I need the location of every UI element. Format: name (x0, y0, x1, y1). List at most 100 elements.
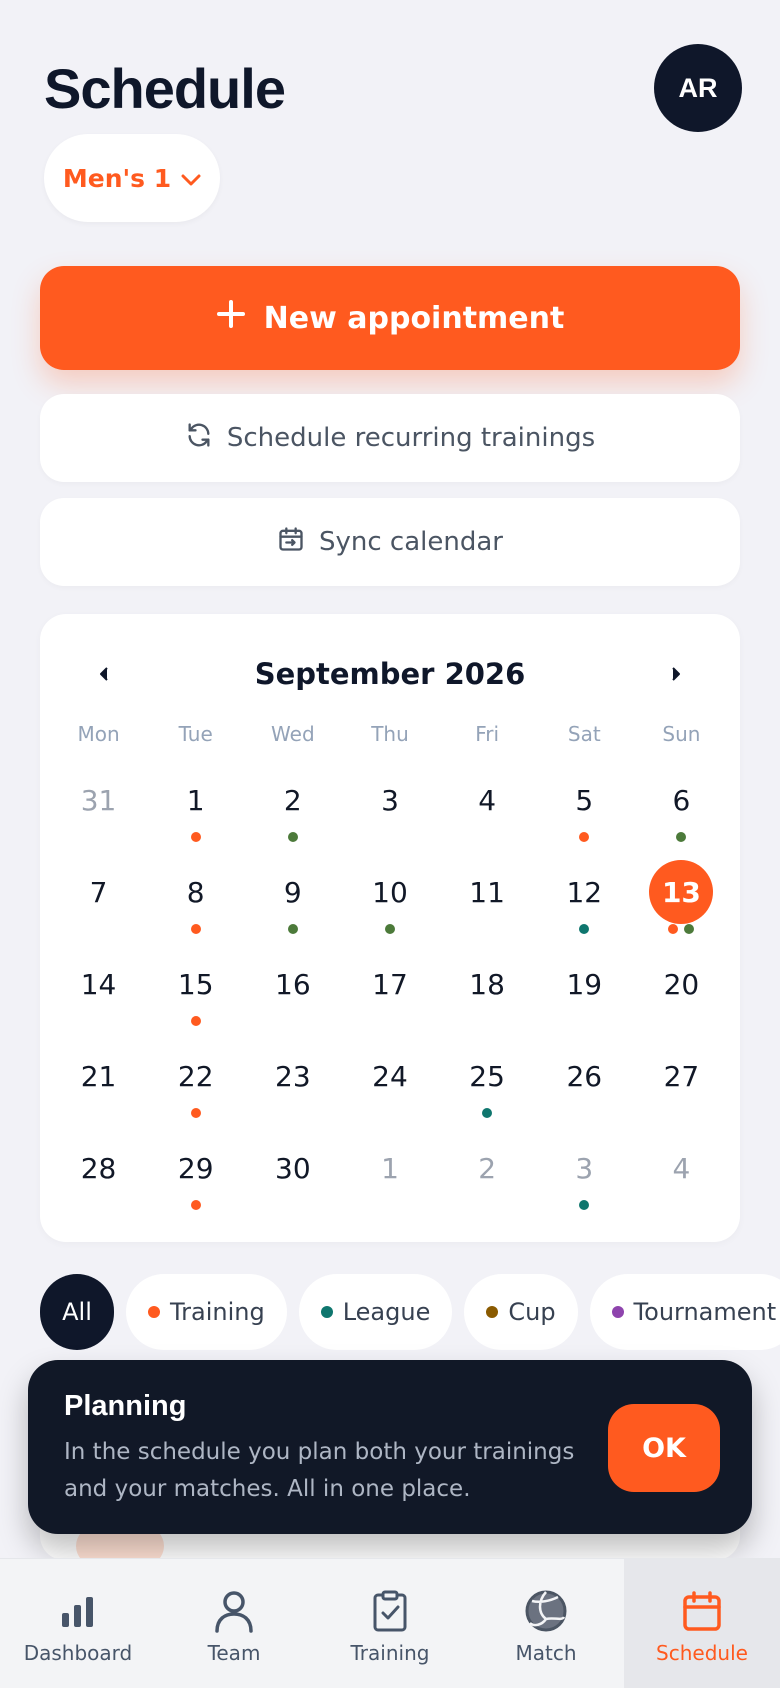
calendar-day[interactable]: 8 (147, 856, 244, 948)
calendar-day[interactable]: 18 (439, 948, 536, 1040)
weekday-label: Fri (475, 722, 500, 746)
team-select[interactable]: Men's 1 (44, 134, 220, 222)
tab-dashboard[interactable]: Dashboard (0, 1559, 156, 1688)
chevron-right-icon[interactable] (656, 654, 696, 694)
sync-calendar-label: Sync calendar (319, 527, 503, 557)
weekday-row: Mon Tue Wed Thu Fri Sat Sun (50, 722, 730, 762)
filter-chip-label: All (62, 1298, 92, 1326)
filter-chip-all[interactable]: All (40, 1274, 114, 1350)
chevron-left-icon[interactable] (84, 654, 124, 694)
tab-label: Training (350, 1641, 430, 1665)
tab-training[interactable]: Training (312, 1559, 468, 1688)
calendar-day[interactable]: 23 (244, 1040, 341, 1132)
calendar-day-number: 1 (186, 783, 205, 817)
calendar-day-number: 18 (469, 967, 505, 1001)
weekday-label: Tue (178, 722, 213, 746)
event-dot-league (579, 924, 590, 934)
filter-chip-cup[interactable]: Cup (464, 1274, 578, 1350)
calendar-day[interactable]: 4 (439, 764, 536, 856)
calendar-day[interactable]: 7 (50, 856, 147, 948)
event-dots (579, 924, 590, 934)
calendar-day[interactable]: 28 (50, 1132, 147, 1224)
calendar-day[interactable]: 2 (439, 1132, 536, 1224)
calendar-day[interactable]: 30 (244, 1132, 341, 1224)
filter-color-dot (611, 1306, 624, 1318)
calendar-day-number: 26 (566, 1059, 603, 1093)
calendar-day-number: 19 (566, 967, 603, 1001)
tab-label: Dashboard (23, 1641, 133, 1665)
schedule-recurring-button[interactable]: Schedule recurring trainings (40, 394, 740, 482)
calendar-month-label: September 2026 (254, 657, 526, 691)
calendar-day[interactable]: 20 (633, 948, 730, 1040)
tab-team[interactable]: Team (156, 1559, 312, 1688)
team-select-label: Men's 1 (62, 163, 172, 193)
event-dot-training (668, 924, 679, 934)
calendar-day[interactable]: 19 (536, 948, 633, 1040)
calendar-day-number: 10 (372, 875, 408, 909)
calendar-day[interactable]: 1 (147, 764, 244, 856)
calendar-day[interactable]: 5 (536, 764, 633, 856)
calendar-day-number: 2 (478, 1151, 497, 1185)
tab-match[interactable]: Match (468, 1559, 624, 1688)
event-dots (676, 832, 687, 842)
event-dot-training (190, 1200, 201, 1210)
calendar-day[interactable]: 27 (633, 1040, 730, 1132)
calendar-day[interactable]: 3 (341, 764, 438, 856)
calendar-day-number: 17 (372, 967, 408, 1001)
calendar-day[interactable]: 14 (50, 948, 147, 1040)
calendar-day-number: 15 (177, 967, 214, 1001)
calendar-day-selected[interactable]: 13 (633, 856, 730, 948)
calendar-day[interactable]: 22 (147, 1040, 244, 1132)
calendar-day-number: 4 (478, 783, 497, 817)
sync-calendar-button[interactable]: Sync calendar (40, 498, 740, 586)
filter-color-dot (320, 1306, 333, 1318)
calendar-day[interactable]: 26 (536, 1040, 633, 1132)
new-appointment-button[interactable]: New appointment (40, 266, 740, 370)
filter-chip-training[interactable]: Training (126, 1274, 287, 1350)
calendar-day[interactable]: 17 (341, 948, 438, 1040)
bottom-tab-bar: Dashboard Team Training Match Schedule (0, 1558, 780, 1688)
calendar-day-number: 7 (89, 875, 108, 909)
filter-chip-tournament[interactable]: Tournament (589, 1274, 780, 1350)
toast-ok-button[interactable]: OK (608, 1404, 720, 1492)
calendar-day[interactable]: 24 (341, 1040, 438, 1132)
tab-schedule[interactable]: Schedule (624, 1559, 780, 1688)
calendar-day[interactable]: 11 (439, 856, 536, 948)
event-dot-green (676, 832, 687, 842)
calendar-day[interactable]: 21 (50, 1040, 147, 1132)
calendar-day[interactable]: 2 (244, 764, 341, 856)
calendar-day[interactable]: 15 (147, 948, 244, 1040)
plus-icon (216, 299, 246, 337)
calendar-day-number: 25 (469, 1059, 505, 1093)
clipboard-check-icon (372, 1587, 408, 1635)
calendar-day[interactable]: 4 (633, 1132, 730, 1224)
calendar-day-number: 12 (566, 875, 603, 909)
calendar-day-number: 3 (381, 783, 399, 817)
avatar[interactable]: AR (654, 44, 742, 132)
calendar-day[interactable]: 10 (341, 856, 438, 948)
calendar-day-number: 28 (80, 1151, 117, 1185)
calendar-day[interactable]: 29 (147, 1132, 244, 1224)
calendar-day[interactable]: 3 (536, 1132, 633, 1224)
calendar-day[interactable]: 12 (536, 856, 633, 948)
calendar-day[interactable]: 9 (244, 856, 341, 948)
chevron-down-icon (181, 164, 201, 193)
calendar-day-number: 5 (575, 783, 594, 817)
event-dot-training (190, 1108, 201, 1118)
event-dot-green (684, 924, 695, 934)
calendar-day-number: 20 (663, 967, 700, 1001)
event-dots (190, 1016, 201, 1026)
calendar-day[interactable]: 1 (341, 1132, 438, 1224)
calendar-day[interactable]: 6 (633, 764, 730, 856)
event-dot-training (190, 924, 201, 934)
tab-label: Match (515, 1641, 577, 1665)
calendar-day[interactable]: 25 (439, 1040, 536, 1132)
event-dots (287, 832, 298, 842)
calendar-day[interactable]: 16 (244, 948, 341, 1040)
calendar-day[interactable]: 31 (50, 764, 147, 856)
calendar-sync-icon (277, 525, 305, 560)
calendar-day-number: 4 (672, 1151, 691, 1185)
calendar-icon (681, 1587, 723, 1635)
calendar-day-number: 11 (469, 875, 505, 909)
filter-chip-league[interactable]: League (298, 1274, 453, 1350)
